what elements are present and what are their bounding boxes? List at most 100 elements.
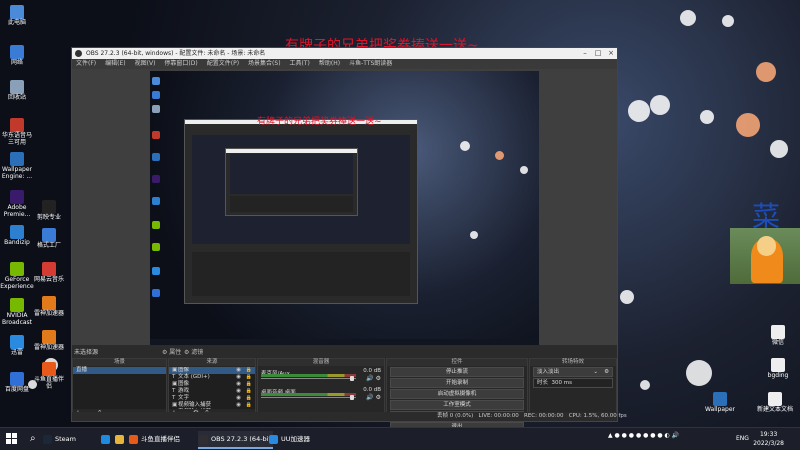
visibility-icon[interactable]: ◉ — [236, 374, 241, 381]
desktop-icon[interactable]: 网易云音乐 — [32, 262, 66, 284]
lock-icon[interactable]: 🔒 — [246, 367, 252, 374]
control-button[interactable]: 停止推流 — [390, 367, 524, 377]
source-item[interactable]: T 游戏 ◉ 🔒 — [169, 388, 255, 395]
source-item[interactable]: ▣图像 ◉ 🔒 — [169, 381, 255, 388]
scene-item[interactable]: 直播 — [73, 367, 166, 374]
netease-music-icon — [42, 262, 56, 276]
source-item[interactable]: ▣视频输入捕获 ◉ 🔒 — [169, 402, 255, 409]
desktop-icon-label: bgding — [767, 372, 789, 379]
desktop-icon-label: Adobe Premie... — [3, 204, 31, 218]
desktop-icon[interactable]: 回收站 — [0, 80, 34, 102]
minimize-button[interactable]: – — [579, 48, 591, 59]
maximize-button[interactable]: □ — [592, 48, 604, 59]
transition-select[interactable]: 淡入淡出 ⌄ ⚙ — [533, 367, 613, 377]
source-name: 视频输入捕获 — [178, 402, 212, 408]
desktop-icon[interactable]: Bandizip — [0, 225, 34, 247]
mixer-buttons: 🔊 ⚙ — [366, 394, 381, 401]
source-item[interactable]: ▣图像 ◉ 🔒 — [169, 367, 255, 374]
menu-item[interactable]: 编辑(E) — [105, 60, 125, 67]
control-button[interactable]: 启动虚拟摄像机 — [390, 389, 524, 399]
desktop-icon[interactable]: GeForce Experience — [0, 262, 34, 290]
lock-icon[interactable]: 🔒 — [246, 402, 252, 409]
menu-item[interactable]: 场景集合(S) — [248, 60, 281, 67]
desktop-icon[interactable]: NVIDIA Broadcast — [0, 298, 34, 326]
language-indicator[interactable]: ENG — [736, 435, 749, 442]
taskbar-app[interactable]: UU加速器 — [268, 431, 331, 447]
start-button[interactable] — [6, 433, 18, 445]
format-factory-icon — [42, 228, 56, 242]
menu-item[interactable]: 工具(T) — [290, 60, 310, 67]
desktop-icon-label: 迅雷 — [10, 349, 23, 356]
visibility-icon[interactable]: ◉ — [236, 395, 241, 402]
desktop-icon[interactable]: 迅雷 — [0, 335, 34, 357]
volume-knob[interactable] — [350, 376, 354, 381]
gear-icon[interactable]: ⚙ — [604, 368, 609, 376]
desktop-icon[interactable]: 雷神加速器 — [32, 330, 66, 352]
lock-icon[interactable]: 🔒 — [246, 374, 252, 381]
file-explorer-icon[interactable] — [114, 431, 126, 447]
gear-icon[interactable]: ⚙ — [376, 394, 381, 401]
menu-item[interactable]: 斗鱼-TTS朗读器 — [349, 60, 392, 67]
visibility-icon[interactable]: ◉ — [236, 388, 241, 395]
volume-slider[interactable] — [261, 397, 356, 398]
desktop-icon-label: 网络 — [10, 59, 23, 66]
volume-knob[interactable] — [350, 395, 354, 400]
edge-icon[interactable] — [100, 431, 112, 447]
desktop-icon[interactable]: bgding — [758, 358, 798, 380]
source-item[interactable]: T 文本 (GDI+) ◉ 🔒 — [169, 374, 255, 381]
lock-icon[interactable]: 🔒 — [246, 381, 252, 388]
clock[interactable]: 19:33 2022/3/28 — [753, 430, 784, 448]
properties-button[interactable]: ⚙ 属性 — [162, 347, 181, 356]
desktop-icon[interactable]: Wallpaper Engine: ... — [0, 152, 34, 180]
desktop-icon[interactable]: 雷神加速器 — [32, 296, 66, 318]
mixer-track-db: 0.0 dB — [363, 387, 381, 393]
filters-button[interactable]: ⚙ 滤镜 — [184, 347, 203, 356]
desktop-icon[interactable]: 格式工厂 — [32, 228, 66, 250]
visibility-icon[interactable]: ◉ — [236, 402, 241, 409]
close-button[interactable]: × — [605, 48, 617, 59]
desktop-icon[interactable]: 百度网盘 — [0, 372, 34, 394]
search-icon[interactable]: ⌕ — [30, 433, 36, 444]
desktop-icon-label: 剪映专业 — [36, 214, 61, 221]
desktop-icon-label: 新建文本文档 — [756, 406, 793, 413]
desktop-icon[interactable]: 新建文本文档 — [755, 392, 795, 414]
control-button[interactable]: 工作室模式 — [390, 400, 524, 410]
menu-item[interactable]: 文件(F) — [76, 60, 96, 67]
volume-slider[interactable] — [261, 378, 356, 379]
menu-item[interactable]: 帮助(H) — [319, 60, 340, 67]
geforce-icon — [10, 262, 24, 276]
desktop-icon[interactable]: 网络 — [0, 45, 34, 67]
uu-icon — [269, 435, 278, 444]
control-button[interactable]: 开始录制 — [390, 378, 524, 388]
menu-bar: 文件(F) 编辑(E) 视图(V) 停靠窗口(D) 配置文件(P) 场景集合(S) 工具(T… — [72, 59, 617, 69]
desktop-icon[interactable]: Wallpaper — [700, 392, 740, 414]
wallpaper-engine-icon — [10, 152, 24, 166]
menu-item[interactable]: 视图(V) — [135, 60, 156, 67]
desktop-icon[interactable]: 微信 — [758, 325, 798, 347]
preview-taskbar — [150, 339, 539, 345]
visibility-icon[interactable]: ◉ — [236, 367, 241, 374]
desktop-icon[interactable]: 剪映专业 — [32, 200, 66, 222]
desktop-icon-label: 回收站 — [7, 94, 26, 101]
desktop-icon[interactable]: 此电脑 — [0, 5, 34, 27]
menu-item[interactable]: 停靠窗口(D) — [164, 60, 197, 67]
taskbar-app[interactable]: 斗鱼直播伴侣 — [128, 431, 203, 447]
visibility-icon[interactable]: ◉ — [236, 381, 241, 388]
docks: 场景 直播 +−⌃⌄ 来源 ▣图像◉🔒T文本 (GDI+)◉🔒▣图像◉🔒T游戏◉… — [72, 358, 617, 432]
tray-icons: ▲ ● ● ● ● ● ● ● ◐ 🔊 — [608, 432, 680, 439]
desktop-icon[interactable]: 华东语音马三可用 — [0, 118, 34, 146]
preview-area[interactable]: 有牌子的兄弟把奖券捧送一送~ — [72, 69, 617, 345]
menu-item[interactable]: 配置文件(P) — [207, 60, 239, 67]
scenes-list: 直播 — [73, 367, 166, 409]
lock-icon[interactable]: 🔒 — [246, 388, 252, 395]
desktop-icon[interactable]: Adobe Premie... — [0, 190, 34, 218]
transition-duration[interactable]: 时长 300 ms — [533, 378, 613, 388]
speaker-icon[interactable]: 🔊 — [366, 394, 375, 401]
taskbar-app[interactable]: OBS 27.2.3 (64-bit... — [198, 431, 277, 449]
desktop-icon[interactable]: 斗鱼直播伴侣 — [32, 362, 66, 390]
lock-icon[interactable]: 🔒 — [246, 395, 252, 402]
taskbar-app-label: Steam — [55, 435, 76, 443]
gear-icon[interactable]: ⚙ — [376, 375, 381, 382]
source-item[interactable]: T 文字 ◉ 🔒 — [169, 395, 255, 402]
speaker-icon[interactable]: 🔊 — [366, 375, 375, 382]
